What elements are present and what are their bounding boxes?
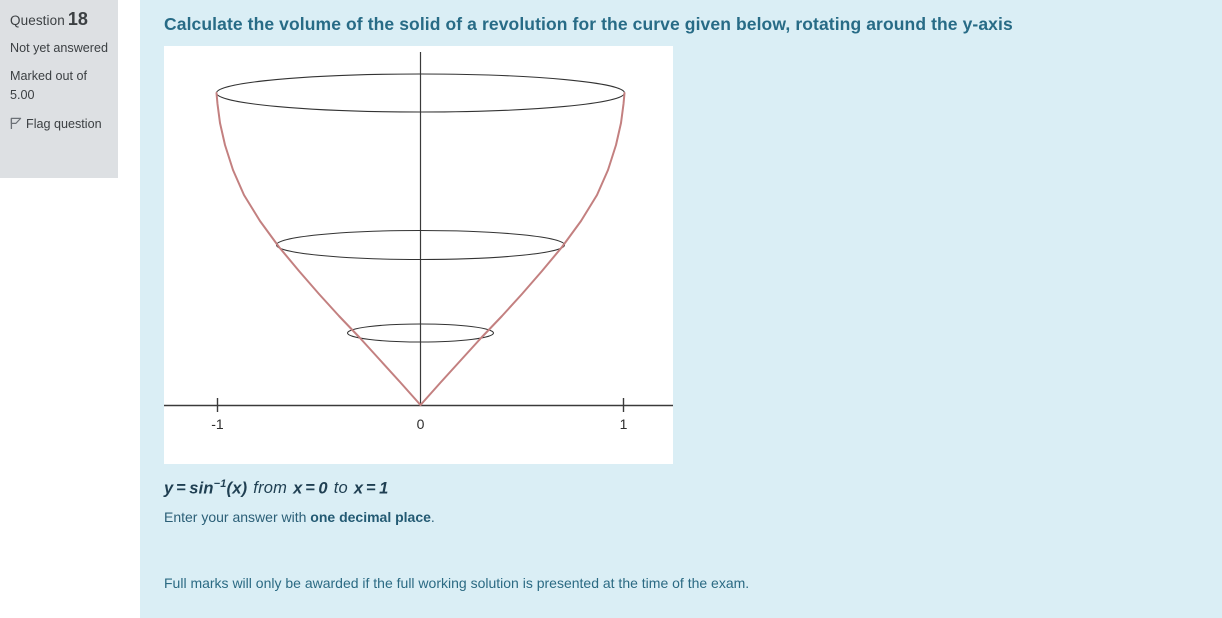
formula-equals: = <box>176 479 187 498</box>
flag-icon <box>10 117 22 136</box>
answer-note-emphasis: one decimal place <box>310 509 431 526</box>
formula-lhs: y <box>164 479 174 498</box>
formula-to-value: 1 <box>379 479 389 498</box>
x-tick-label-minus1: -1 <box>211 416 224 432</box>
arcsin-curve-right <box>419 91 626 406</box>
question-marks: Marked out of 5.00 <box>10 69 88 103</box>
page-title: Calculate the volume of the solid of a r… <box>164 14 1013 34</box>
question-content-pane: Calculate the volume of the solid of a r… <box>140 0 1222 618</box>
formula-to-word: to <box>333 479 348 498</box>
marks-note: Full marks will only be awarded if the f… <box>164 575 750 592</box>
flag-question-label: Flag question <box>26 116 102 131</box>
formula-function: sin <box>189 479 214 498</box>
formula-from-equals: = <box>305 479 316 498</box>
question-info-panel: Question 18 Not yet answered Marked out o… <box>0 0 118 178</box>
revolution-chart-svg: -1 0 1 <box>164 51 673 432</box>
solid-of-revolution-figure: -1 0 1 <box>164 45 673 464</box>
flag-question-button[interactable]: Flag question <box>10 115 108 136</box>
answer-note-suffix: . <box>430 509 435 526</box>
question-word: Question <box>10 13 65 28</box>
question-number: 18 <box>67 9 88 29</box>
formula-from-word: from <box>253 479 288 498</box>
formula-exponent: −1 <box>213 477 227 490</box>
formula-argument: (x) <box>226 479 248 498</box>
x-tick-label-plus1: 1 <box>620 416 628 432</box>
answer-note-prefix: Enter your answer with <box>164 509 311 526</box>
answer-format-note: Enter your answer with one decimal place… <box>164 509 1222 525</box>
formula-to-var: x <box>353 479 364 498</box>
formula-expression: y = sin−1(x) from x = 0 to x = 1 <box>164 478 1222 499</box>
question-status: Not yet answered <box>10 40 109 55</box>
question-heading: Question 18 <box>10 9 108 30</box>
formula-from-value: 0 <box>318 479 328 498</box>
x-tick-label-zero: 0 <box>417 416 425 432</box>
arcsin-curve-left <box>215 91 422 406</box>
formula-to-equals: = <box>366 479 377 498</box>
